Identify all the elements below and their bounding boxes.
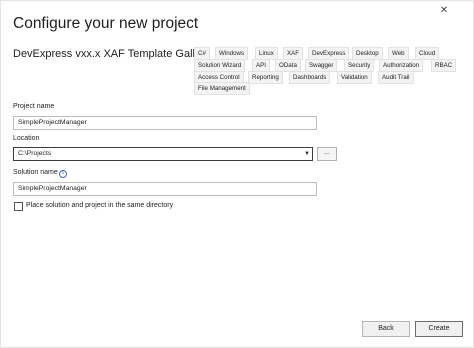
project-name-label: Project name: [13, 103, 55, 110]
same-directory-label: Place solution and project in the same d…: [26, 202, 174, 209]
same-directory-checkbox[interactable]: [14, 202, 23, 211]
location-label: Location: [13, 135, 40, 142]
browse-button[interactable]: ...: [317, 147, 337, 161]
tag: Validation: [337, 71, 372, 84]
solution-name-label: Solution name: [13, 169, 58, 176]
dialog-window: ✕ Configure your new project DevExpress …: [0, 0, 474, 348]
tag: File Management: [194, 82, 250, 95]
project-name-field[interactable]: [13, 116, 317, 130]
location-combobox[interactable]: C:\Projects ▼: [13, 147, 313, 161]
chevron-down-icon[interactable]: ▼: [302, 148, 312, 160]
solution-name-field[interactable]: [13, 182, 317, 196]
tag: RBAC: [431, 59, 457, 72]
location-value: C:\Projects: [18, 150, 52, 157]
create-button[interactable]: Create: [415, 321, 463, 337]
tag: Reporting: [248, 71, 283, 84]
template-tags: C# Windows Linux XAF DevExpress Desktop …: [1, 1, 474, 101]
tag: Dashboards: [289, 71, 331, 84]
back-button[interactable]: Back: [362, 321, 410, 337]
tag: Audit Trail: [378, 71, 414, 84]
info-icon[interactable]: i: [59, 170, 67, 178]
